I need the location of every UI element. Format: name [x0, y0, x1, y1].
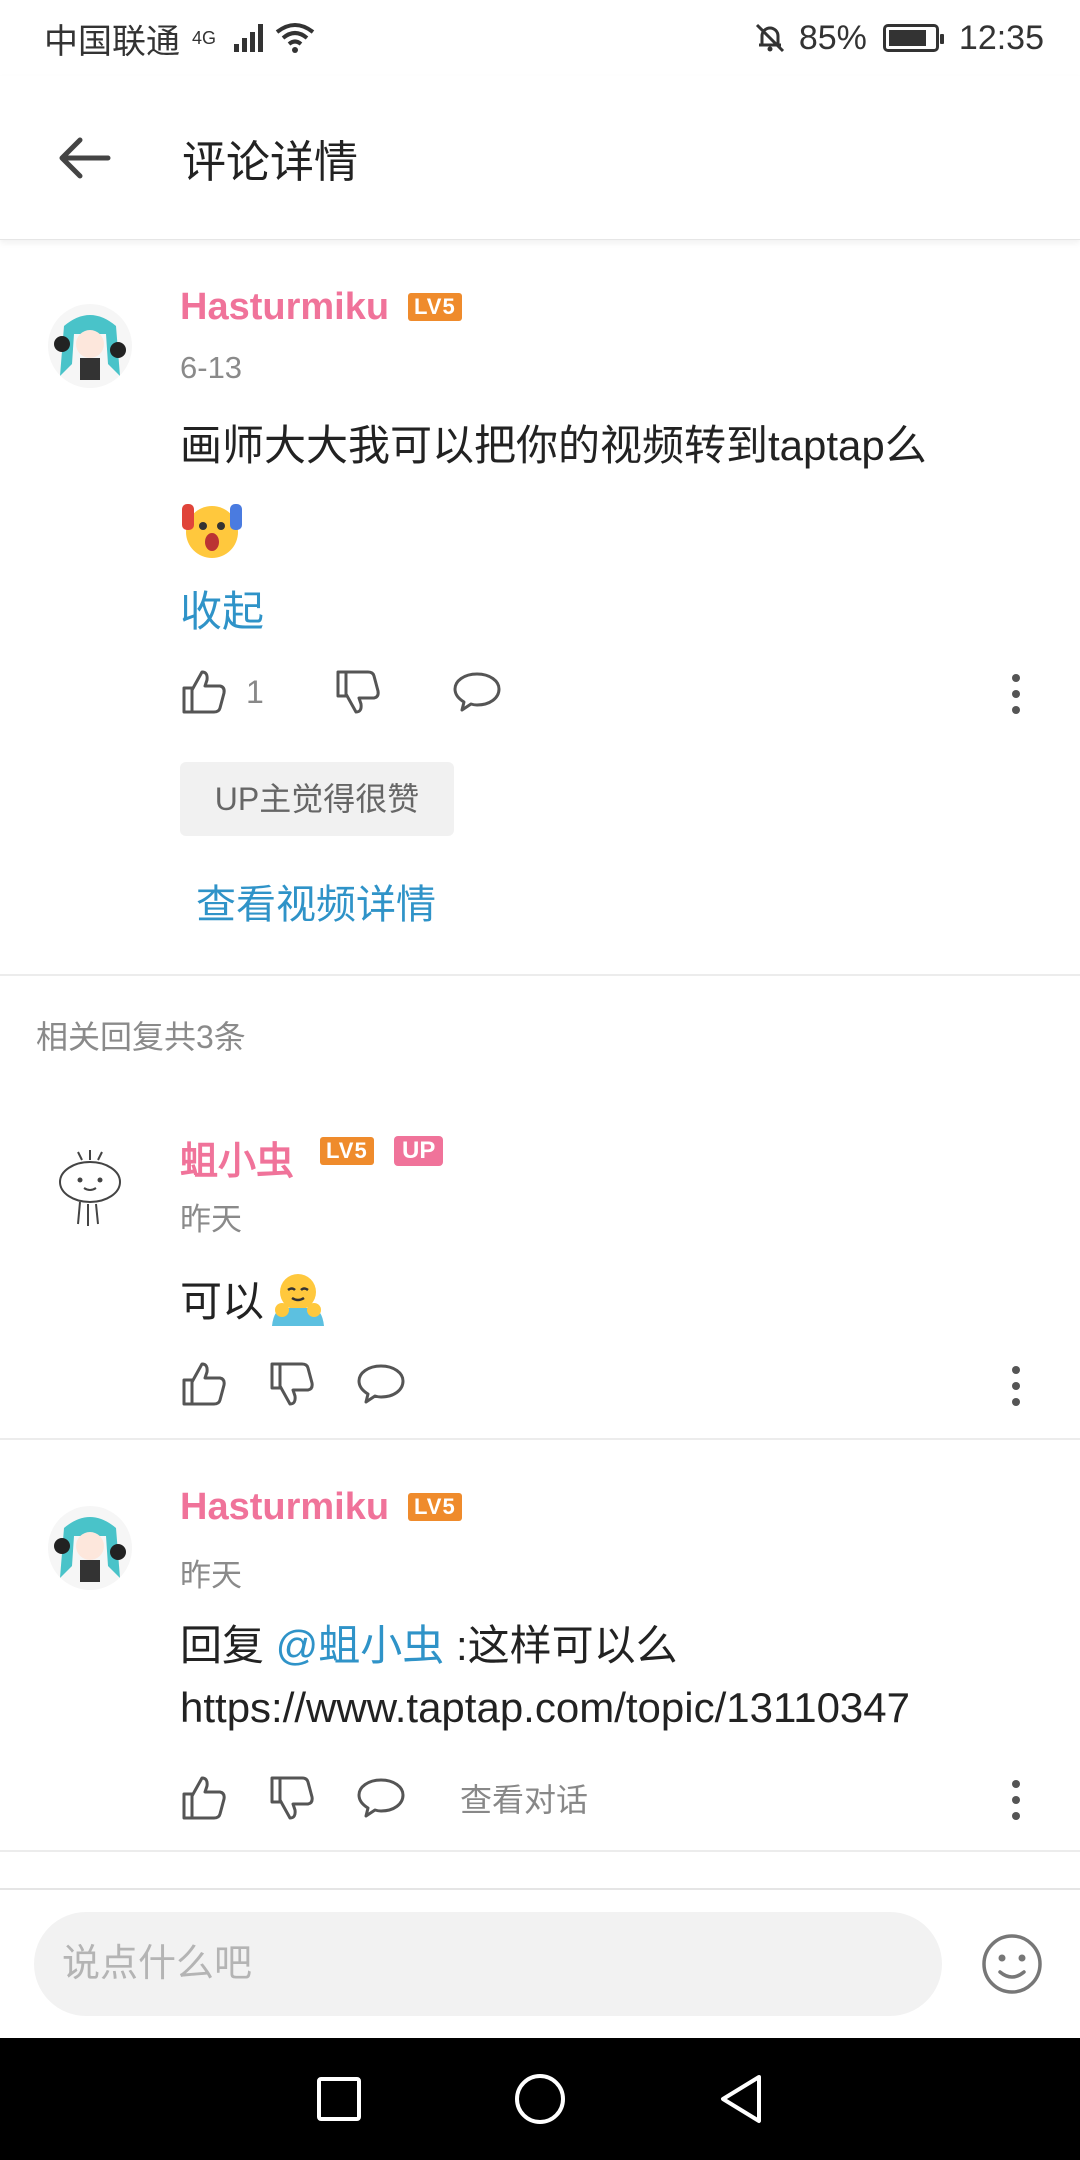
mention-link[interactable]: @蛆小虫	[276, 1622, 445, 1669]
more-options-button[interactable]	[1010, 1366, 1022, 1406]
back-icon[interactable]	[717, 2073, 765, 2125]
avatar[interactable]	[48, 304, 132, 388]
view-conversation-link[interactable]: 查看对话	[460, 1775, 588, 1821]
reply-text: 回复 @蛆小虫 :这样可以么	[180, 1612, 678, 1673]
thumbs-down-icon	[270, 1776, 314, 1820]
comment-input[interactable]: 说点什么吧	[34, 1912, 942, 2016]
divider	[0, 1438, 1080, 1440]
reply-actions: 查看对话	[180, 1774, 588, 1822]
battery-icon	[882, 24, 944, 52]
shock-emoji-icon	[180, 500, 244, 565]
status-bar: 中国联通 4G 85% 12:35	[0, 0, 1080, 76]
like-button[interactable]	[180, 1360, 228, 1408]
thumbs-up-icon	[182, 670, 226, 714]
back-arrow-icon	[59, 137, 111, 178]
username[interactable]: 蛆小虫	[180, 1130, 294, 1185]
reply-text: 可以	[180, 1268, 328, 1329]
reply-button[interactable]	[356, 1362, 406, 1406]
level-badge: LV5	[408, 1493, 462, 1521]
dislike-button[interactable]	[268, 1360, 316, 1408]
home-icon[interactable]	[513, 2072, 567, 2126]
dislike-button[interactable]	[268, 1774, 316, 1822]
smiley-icon	[982, 1934, 1042, 1994]
reply-text-body: 可以	[180, 1278, 265, 1325]
level-badge: LV5	[408, 293, 462, 321]
page-title: 评论详情	[182, 137, 358, 187]
like-button[interactable]: 1	[180, 668, 264, 716]
thumbs-down-icon	[270, 1362, 314, 1406]
wifi-icon	[275, 23, 315, 53]
like-button[interactable]	[180, 1774, 228, 1822]
more-options-button[interactable]	[1010, 674, 1022, 714]
replies-count: 相关回复共3条	[36, 1019, 246, 1055]
reply-text-body: :这样可以么	[444, 1622, 678, 1669]
comment-bubble-icon	[357, 1778, 405, 1818]
signal-icon	[234, 24, 264, 52]
recents-icon[interactable]	[315, 2075, 363, 2123]
battery-percent: 85%	[798, 18, 867, 57]
divider	[0, 974, 1080, 976]
like-count: 1	[246, 673, 264, 710]
up-badge: UP	[394, 1136, 444, 1166]
system-nav-bar	[0, 2038, 1080, 2160]
reply-button[interactable]	[452, 670, 502, 714]
thumbs-up-icon	[182, 1362, 226, 1406]
comment-input-bar: 说点什么吧	[0, 1888, 1080, 2038]
reply-button[interactable]	[356, 1776, 406, 1820]
topic-url-link[interactable]: https://www.taptap.com/topic/13110347	[180, 1684, 910, 1732]
comment-text: 画师大大我可以把你的视频转到taptap么	[180, 422, 927, 469]
up-liked-label: UP主觉得很赞	[214, 781, 420, 817]
reply-date: 昨天	[180, 1558, 242, 1593]
mute-bell-icon	[755, 23, 784, 53]
comment-bubble-icon	[453, 672, 501, 712]
back-button[interactable]	[24, 76, 144, 239]
view-video-link[interactable]: 查看视频详情	[196, 872, 436, 930]
app-bar: 评论详情	[0, 76, 1080, 240]
emoji-button[interactable]	[980, 1932, 1044, 2001]
reply-actions	[180, 1360, 446, 1408]
clock: 12:35	[958, 18, 1044, 57]
divider	[0, 1850, 1080, 1852]
up-liked-tag: UP主觉得很赞	[180, 762, 454, 836]
thumbs-up-icon	[182, 1776, 226, 1820]
comment-date: 6-13	[180, 350, 243, 385]
carrier-label: 中国联通	[44, 22, 180, 61]
username[interactable]: Hasturmiku	[180, 286, 389, 329]
username[interactable]: Hasturmiku	[180, 1486, 389, 1529]
avatar[interactable]	[48, 1506, 132, 1590]
reply-date: 昨天	[180, 1202, 242, 1237]
thumbs-down-icon	[336, 670, 380, 714]
level-badge: LV5	[320, 1137, 374, 1165]
dislike-button[interactable]	[334, 668, 382, 716]
network-type: 4G	[192, 27, 217, 48]
avatar[interactable]	[48, 1148, 132, 1232]
hug-emoji-icon	[272, 1273, 325, 1326]
collapse-link[interactable]: 收起	[180, 578, 264, 639]
more-options-button[interactable]	[1010, 1780, 1022, 1820]
comment-bubble-icon	[357, 1364, 405, 1404]
reply-prefix: 回复	[180, 1622, 276, 1669]
comment-actions: 1	[180, 668, 542, 716]
